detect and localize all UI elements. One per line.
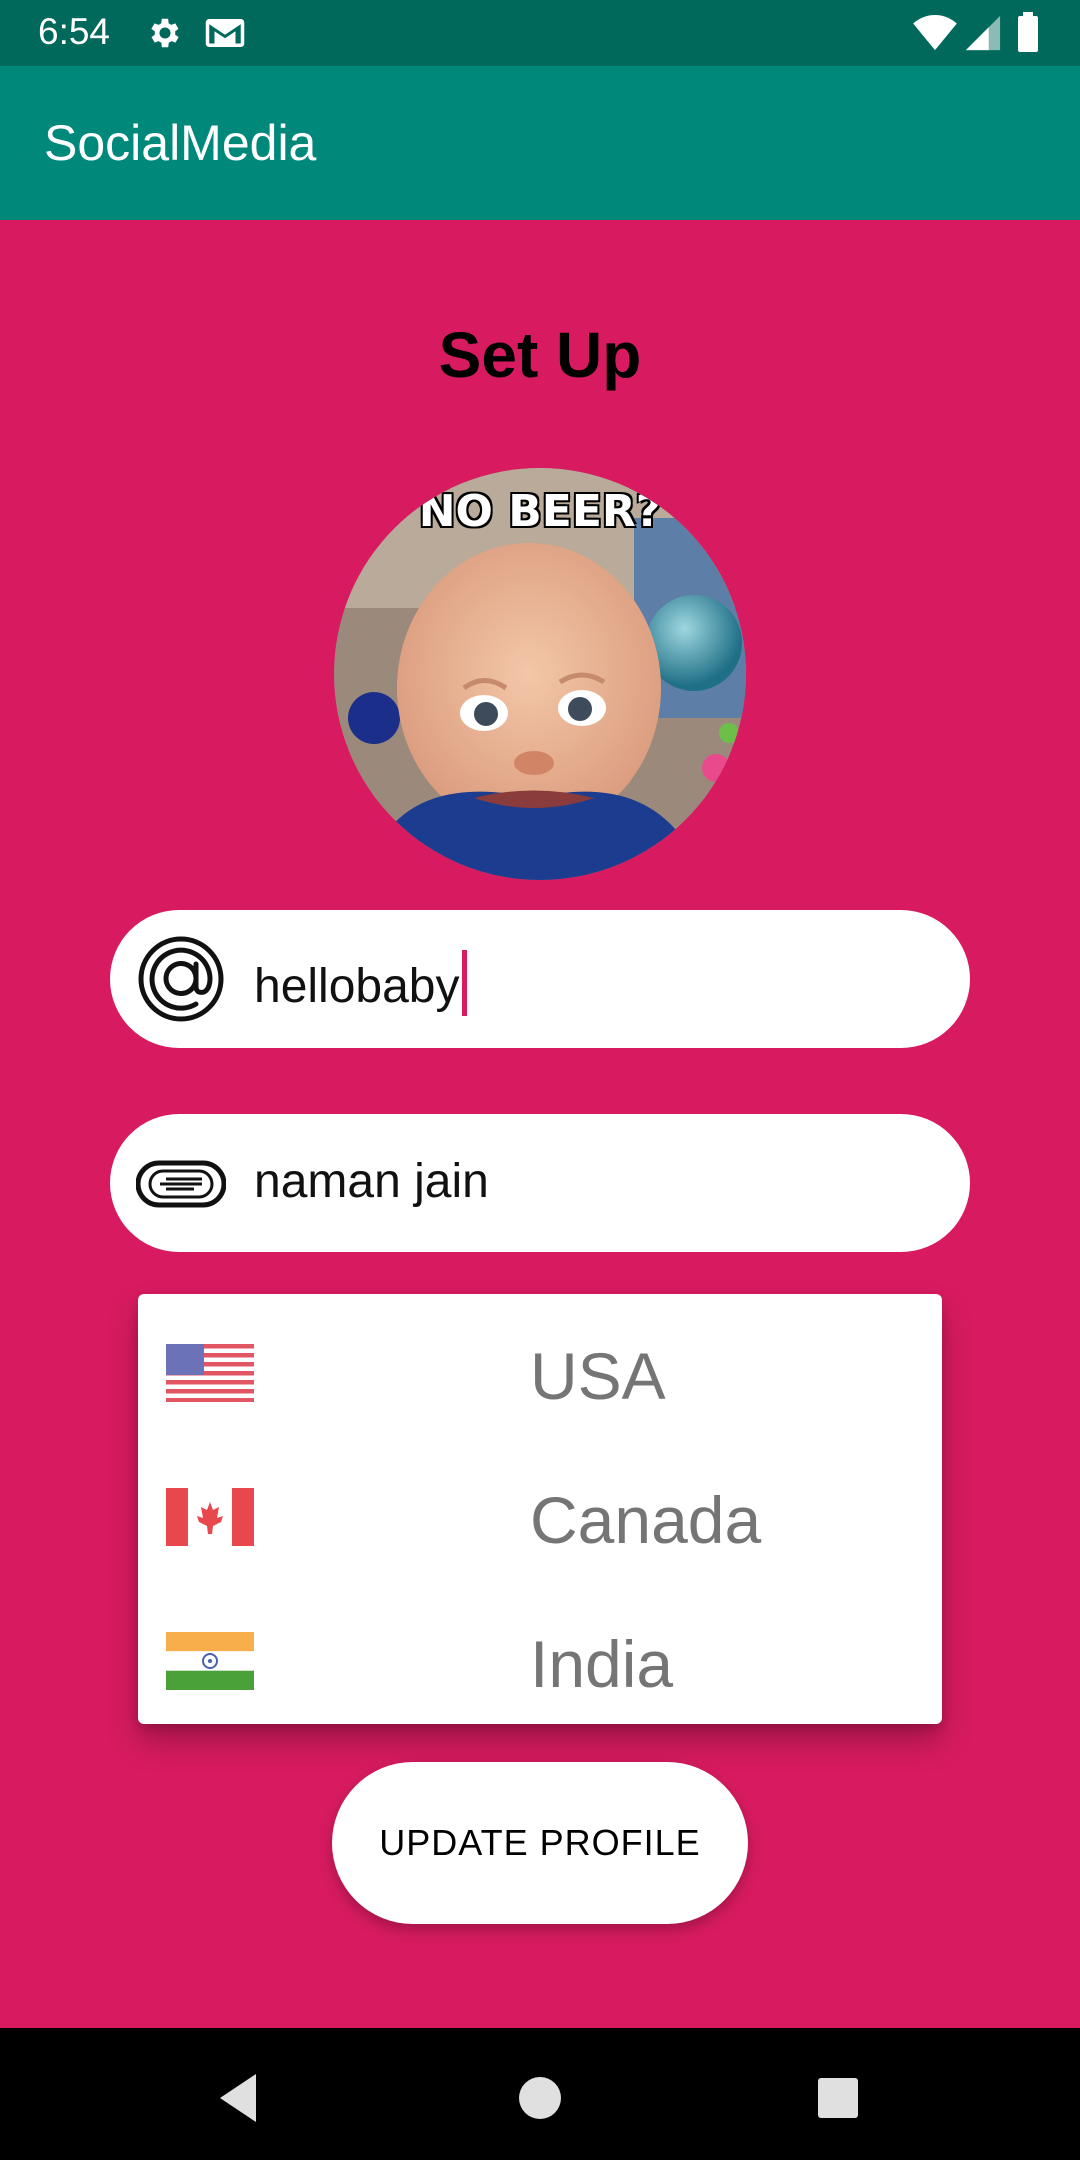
- status-time: 6:54: [38, 11, 111, 52]
- page-title: Set Up: [438, 319, 642, 391]
- country-label-india: India: [530, 1627, 674, 1701]
- full-name-value[interactable]: naman jain: [254, 1154, 489, 1209]
- home-icon[interactable]: [510, 2068, 570, 2128]
- app-bar: SocialMedia: [0, 66, 1080, 220]
- wifi-icon: [913, 14, 957, 51]
- profile-avatar[interactable]: NO BEER?: [334, 468, 746, 880]
- full-name-field[interactable]: naman jain: [110, 1114, 970, 1252]
- country-label-canada: Canada: [530, 1483, 762, 1557]
- at-sign-icon: [138, 936, 224, 1022]
- name-tag-icon: [136, 1160, 226, 1208]
- canada-flag-icon: [166, 1488, 254, 1546]
- avatar-caption: NO BEER?: [418, 486, 662, 537]
- update-profile-button[interactable]: UPDATE PROFILE: [332, 1762, 748, 1924]
- username-field[interactable]: hellobaby: [110, 910, 970, 1048]
- country-dropdown: USA Canada India: [138, 1294, 942, 1724]
- recents-icon[interactable]: [808, 2068, 868, 2128]
- username-value[interactable]: hellobaby: [254, 950, 467, 1016]
- usa-flag-icon: [166, 1344, 254, 1402]
- battery-icon: [1018, 12, 1038, 52]
- country-label-usa: USA: [530, 1339, 666, 1413]
- app-title: SocialMedia: [44, 115, 317, 171]
- country-option-canada[interactable]: Canada: [138, 1446, 942, 1589]
- country-option-usa[interactable]: USA: [138, 1302, 942, 1445]
- back-icon[interactable]: [210, 2068, 270, 2128]
- navigation-bar: [0, 2028, 1080, 2160]
- india-flag-icon: [166, 1632, 254, 1690]
- status-bar: 6:54: [0, 0, 1080, 66]
- gear-icon: [151, 18, 179, 48]
- signal-icon: [965, 15, 1001, 51]
- country-option-india[interactable]: India: [138, 1590, 942, 1733]
- gmail-icon: [205, 19, 245, 47]
- text-cursor: [461, 950, 467, 1016]
